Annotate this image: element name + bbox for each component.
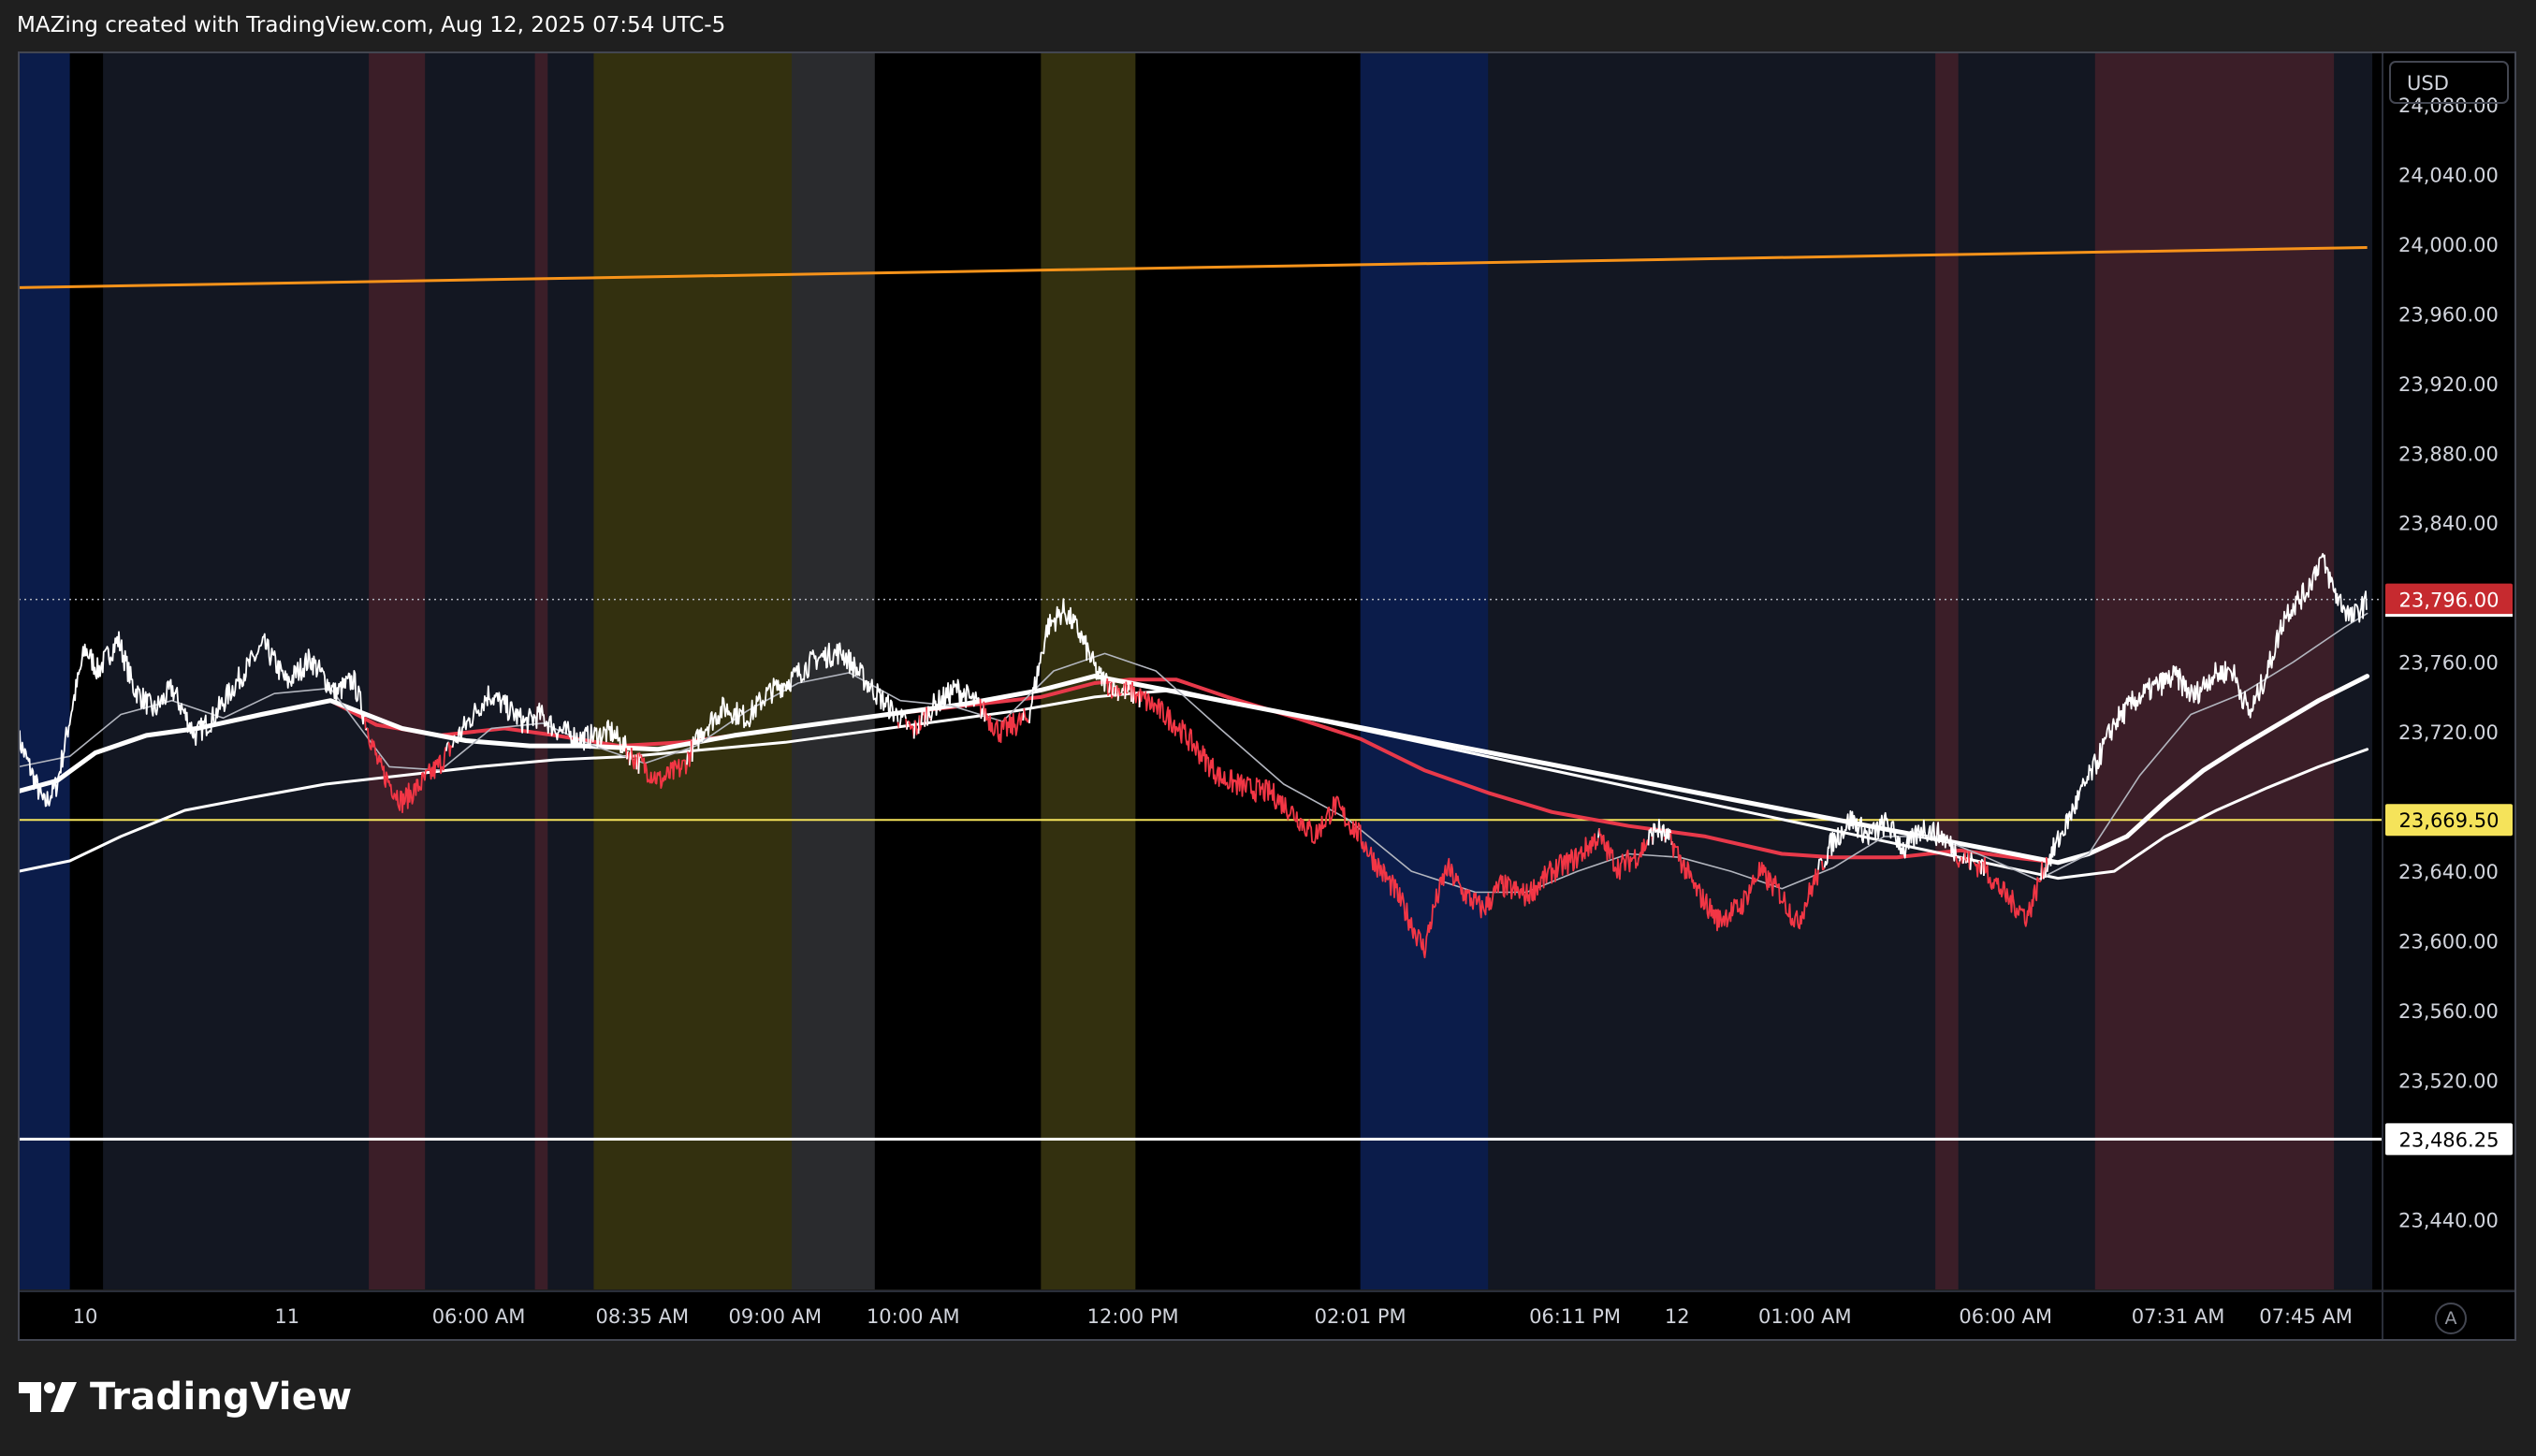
price-badge-white: 23,486.25 <box>2385 1123 2513 1156</box>
brand-name: TradingView <box>90 1376 353 1419</box>
y-tick-label-2: 24,000.00 <box>2398 234 2499 256</box>
y-tick-label-11: 23,560.00 <box>2398 1000 2499 1023</box>
x-tick-label-12: 07:31 AM <box>2132 1305 2225 1328</box>
x-tick-label-1: 11 <box>274 1305 299 1328</box>
price-badge-current: 23,796.00 <box>2385 583 2513 618</box>
auto-scale-button[interactable]: A <box>2435 1303 2467 1334</box>
y-tick-label-9: 23,640.00 <box>2398 861 2499 883</box>
session-band-7 <box>593 52 793 1289</box>
session-band-13 <box>1488 52 1936 1289</box>
session-band-3 <box>369 52 426 1289</box>
currency-label: USD <box>2407 72 2449 95</box>
x-tick-label-4: 09:00 AM <box>728 1305 822 1328</box>
price-segment-28 <box>912 720 916 739</box>
session-band-2 <box>103 52 370 1289</box>
y-tick-label-4: 23,920.00 <box>2398 373 2499 396</box>
x-tick-label-7: 02:01 PM <box>1315 1305 1406 1328</box>
session-band-0 <box>19 52 71 1289</box>
x-tick-label-9: 12 <box>1665 1305 1690 1328</box>
session-band-4 <box>425 52 536 1289</box>
session-band-11 <box>1135 52 1362 1289</box>
x-tick-label-6: 12:00 PM <box>1087 1305 1179 1328</box>
x-tick-label-2: 06:00 AM <box>432 1305 526 1328</box>
y-tick-label-7: 23,760.00 <box>2398 652 2499 675</box>
session-band-5 <box>534 52 548 1289</box>
x-tick-label-13: 07:45 AM <box>2259 1305 2353 1328</box>
y-tick-label-6: 23,840.00 <box>2398 513 2499 535</box>
y-tick-label-8: 23,720.00 <box>2398 721 2499 744</box>
x-tick-label-0: 10 <box>73 1305 98 1328</box>
session-band-12 <box>1360 52 1489 1289</box>
x-tick-label-8: 06:11 PM <box>1529 1305 1621 1328</box>
session-band-18 <box>2372 52 2383 1289</box>
y-tick-label-0: 24,080.00 <box>2398 95 2499 117</box>
session-band-6 <box>547 52 594 1289</box>
tradingview-logo-icon <box>19 1382 77 1412</box>
session-band-15 <box>1958 52 2096 1289</box>
price-badge-label: 23,796.00 <box>2399 590 2500 612</box>
brand: TradingView <box>19 1376 352 1419</box>
y-tick-label-1: 24,040.00 <box>2398 164 2499 186</box>
y-tick-label-5: 23,880.00 <box>2398 443 2499 465</box>
y-tick-label-3: 23,960.00 <box>2398 303 2499 326</box>
y-tick-label-10: 23,600.00 <box>2398 931 2499 954</box>
session-band-17 <box>2334 52 2373 1289</box>
y-tick-label-12: 23,520.00 <box>2398 1070 2499 1093</box>
chart-canvas[interactable]: 24,080.00 24,040.00 24,000.00 23,960.00 23,9… <box>0 0 2536 1456</box>
chart-root: MAZing created with TradingView.com, Aug… <box>0 0 2536 1456</box>
session-band-9 <box>874 52 1042 1289</box>
session-bands <box>19 52 2383 1289</box>
price-badge-label: 23,486.25 <box>2399 1128 2500 1151</box>
price-badge-yellow: 23,669.50 <box>2385 804 2513 837</box>
price-segment-1 <box>364 717 367 731</box>
y-tick-label-13: 23,440.00 <box>2398 1210 2499 1232</box>
x-tick-label-11: 06:00 AM <box>1959 1305 2052 1328</box>
session-band-14 <box>1935 52 1960 1289</box>
x-tick-label-3: 08:35 AM <box>595 1305 689 1328</box>
x-tick-label-5: 10:00 AM <box>867 1305 960 1328</box>
x-tick-label-10: 01:00 AM <box>1758 1305 1852 1328</box>
price-badge-label: 23,669.50 <box>2399 809 2500 832</box>
